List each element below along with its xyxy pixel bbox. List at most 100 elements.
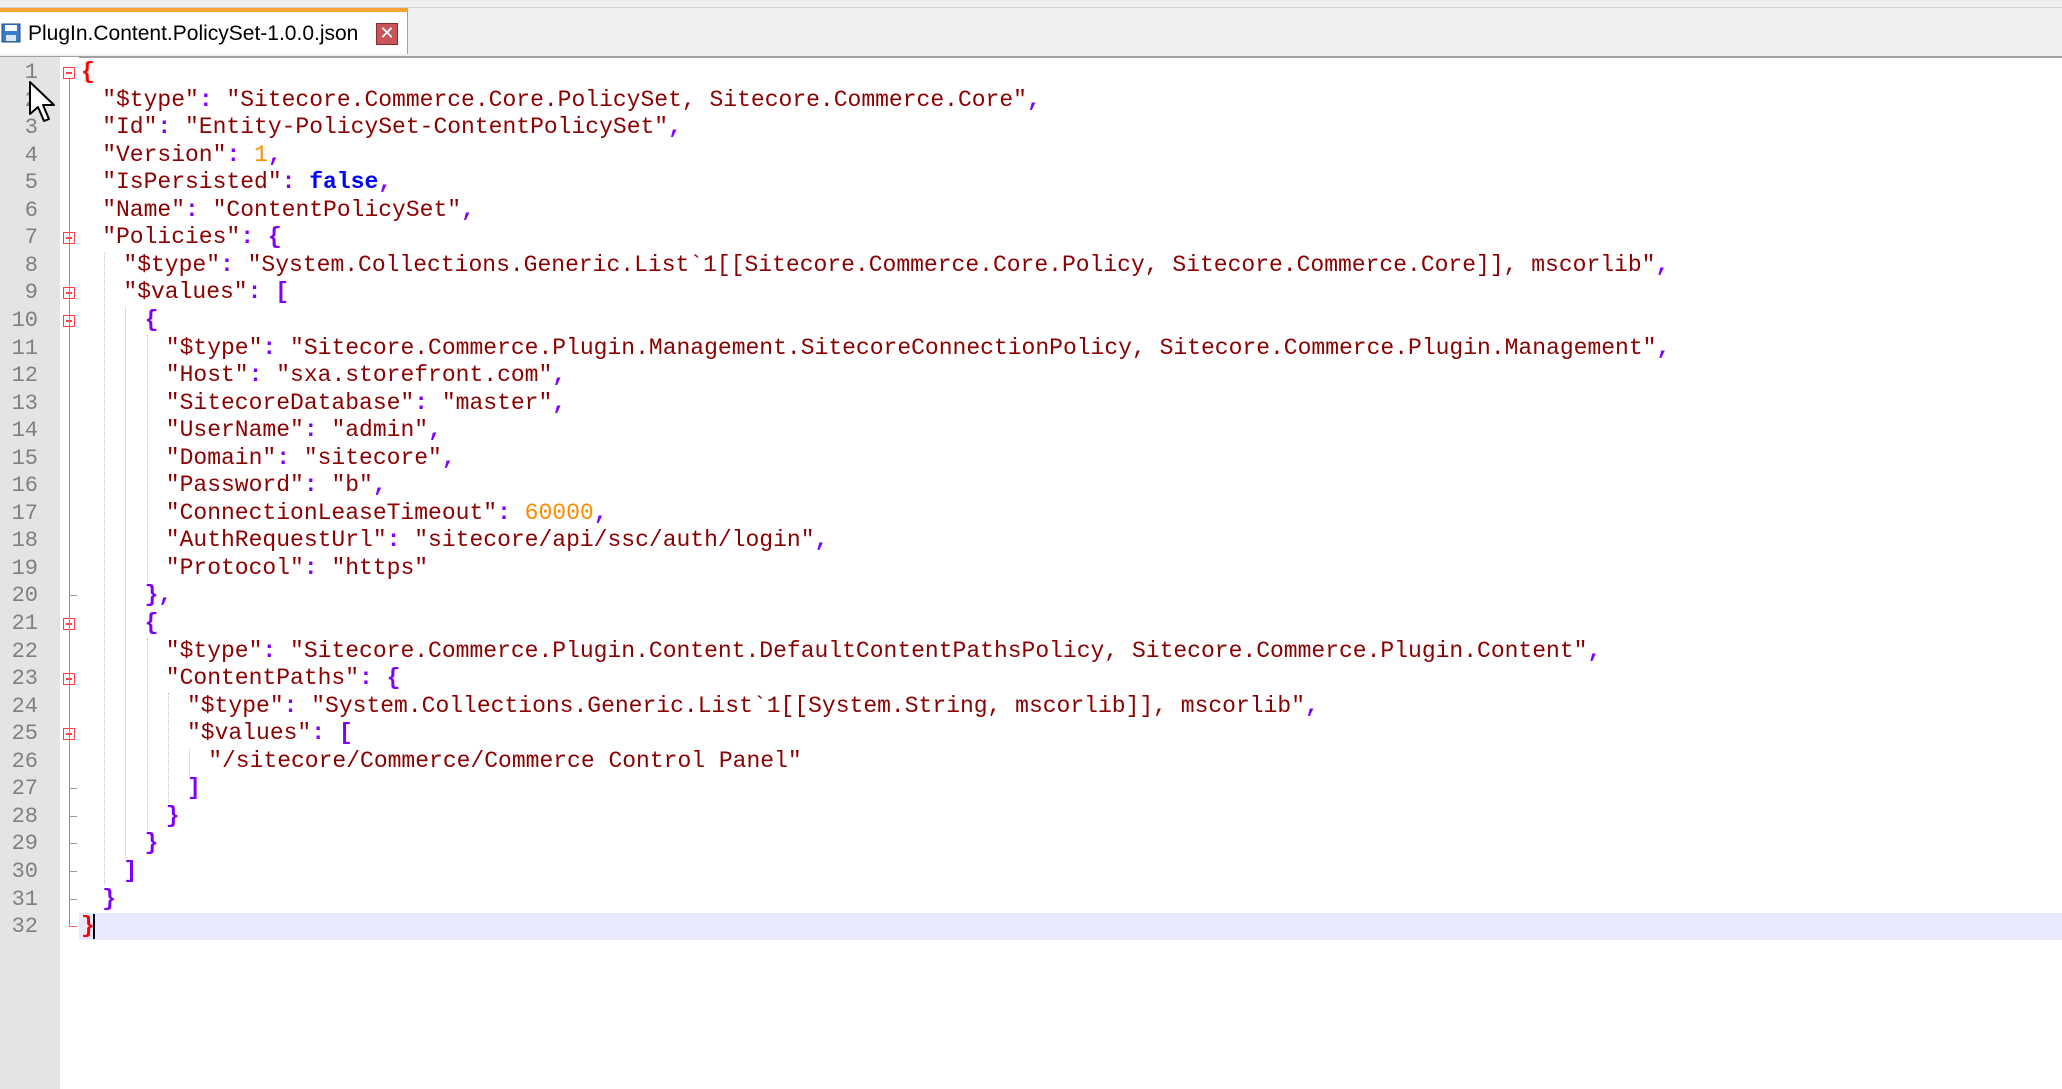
code-token: "https" — [331, 554, 429, 581]
code-line[interactable]: "ContentPaths": { — [166, 665, 401, 692]
tab-document[interactable]: PlugIn.Content.PolicySet-1.0.0.json ✕ — [0, 8, 408, 54]
code-line[interactable]: } — [102, 886, 116, 913]
code-token: 60000 — [524, 499, 594, 526]
code-line[interactable]: "$type": "Sitecore.Commerce.Plugin.Manag… — [166, 335, 1670, 362]
code-token: "/sitecore/Commerce/Commerce Control Pan… — [208, 747, 802, 774]
line-number: 17 — [11, 500, 38, 526]
code-token: , — [552, 389, 567, 416]
code-token: : — [281, 169, 310, 196]
indent-guide — [104, 251, 106, 886]
fold-toggle-icon[interactable] — [63, 67, 75, 79]
code-token: , — [1305, 692, 1319, 719]
toolbar-strip[interactable] — [0, 0, 2062, 8]
line-number: 10 — [11, 307, 38, 333]
line-number: 21 — [11, 611, 38, 636]
code-token: , — [461, 196, 475, 223]
code-line[interactable]: "$type": "Sitecore.Commerce.Plugin.Conte… — [166, 638, 1601, 665]
code-line[interactable]: "Policies": { — [102, 224, 281, 251]
code-token: "sitecore" — [303, 444, 442, 471]
code-line[interactable]: "Host": "sxa.storefront.com", — [166, 362, 566, 389]
code-line[interactable]: "Protocol": "https" — [166, 555, 428, 582]
code-token: : — [414, 389, 442, 416]
code-token: "Protocol" — [165, 554, 304, 581]
code-line[interactable]: "UserName": "admin", — [166, 417, 442, 444]
code-token: "ContentPaths" — [165, 665, 360, 692]
line-number: 6 — [24, 197, 38, 223]
fold-end-marker — [69, 898, 77, 900]
code-line[interactable]: "$values": [ — [187, 720, 353, 747]
code-token: : — [303, 472, 332, 499]
code-token: "$type" — [123, 251, 221, 278]
code-line[interactable]: "Password": "b", — [166, 472, 387, 499]
code-token: "sxa.storefront.com" — [276, 362, 553, 389]
code-token: "Version" — [102, 141, 227, 168]
line-number: 12 — [11, 363, 38, 389]
line-number: 15 — [11, 445, 38, 471]
code-token: , — [372, 472, 387, 499]
code-line[interactable]: } — [145, 830, 159, 857]
line-number: 28 — [11, 803, 38, 829]
code-line[interactable]: "SitecoreDatabase": "master", — [166, 390, 566, 417]
line-number: 18 — [11, 528, 38, 554]
code-line[interactable]: { — [145, 610, 159, 637]
code-token: , — [1656, 334, 1671, 361]
code-line[interactable]: "/sitecore/Commerce/Commerce Control Pan… — [208, 748, 802, 775]
code-token: , — [1026, 86, 1041, 113]
code-token: "Id" — [102, 114, 158, 141]
code-token: ] — [187, 775, 201, 802]
indent-guide — [167, 692, 170, 803]
code-line[interactable]: { — [81, 59, 95, 86]
code-token: "$type" — [102, 86, 199, 113]
fold-end-marker — [69, 926, 77, 928]
code-line[interactable]: "IsPersisted": false, — [102, 169, 392, 196]
code-token: "Host" — [165, 362, 249, 389]
line-number: 20 — [11, 583, 38, 609]
code-token: : — [157, 114, 186, 141]
line-number: 31 — [11, 886, 38, 912]
line-number: 16 — [11, 473, 38, 499]
code-line[interactable]: "Id": "Entity-PolicySet-ContentPolicySet… — [102, 114, 682, 141]
code-token: "Sitecore.Commerce.Plugin.Content.Defaul… — [290, 637, 1588, 664]
code-token: : — [386, 527, 415, 554]
code-line[interactable]: ] — [123, 858, 137, 885]
code-token: } — [102, 885, 116, 912]
code-line[interactable]: { — [145, 307, 159, 334]
close-icon[interactable]: ✕ — [376, 23, 398, 45]
text-caret — [93, 914, 95, 940]
code-line[interactable]: ] — [187, 775, 201, 802]
code-token: , — [552, 362, 567, 389]
code-line[interactable]: "$type": "Sitecore.Commerce.Core.PolicyS… — [102, 87, 1041, 114]
line-number: 29 — [11, 831, 38, 857]
code-token: : [ — [311, 720, 353, 747]
code-line[interactable]: "$type": "System.Collections.Generic.Lis… — [187, 693, 1319, 720]
code-line[interactable]: "AuthRequestUrl": "sitecore/api/ssc/auth… — [166, 527, 829, 554]
code-line[interactable]: "Version": 1, — [102, 142, 281, 169]
code-token: "System.Collections.Generic.List`1[[Site… — [247, 251, 1656, 278]
line-number: 7 — [24, 225, 38, 251]
line-number: 25 — [11, 721, 38, 747]
code-line[interactable]: "$values": [ — [123, 279, 289, 306]
code-token: , — [1587, 637, 1602, 664]
code-token: : — [303, 417, 332, 444]
code-token: "$type" — [165, 334, 263, 361]
code-line[interactable]: "$type": "System.Collections.Generic.Lis… — [123, 252, 1669, 279]
line-number: 11 — [11, 335, 38, 361]
code-token: , — [428, 417, 442, 444]
line-number: 4 — [24, 142, 38, 168]
code-token: "ContentPolicySet" — [212, 196, 462, 223]
code-line[interactable]: "ConnectionLeaseTimeout": 60000, — [166, 500, 608, 527]
code-line[interactable]: "Domain": "sitecore", — [166, 445, 456, 472]
code-token: , — [378, 169, 393, 196]
code-token: : — [497, 499, 525, 526]
tab-title: PlugIn.Content.PolicySet-1.0.0.json — [28, 22, 359, 45]
code-line[interactable]: }, — [145, 582, 173, 609]
code-token: ] — [123, 857, 138, 884]
line-number: 27 — [11, 776, 38, 802]
code-line[interactable]: } — [166, 803, 180, 830]
code-token: : — [226, 141, 255, 168]
code-line[interactable]: "Name": "ContentPolicySet", — [102, 197, 475, 224]
fold-end-marker — [69, 815, 77, 817]
mouse-cursor-icon — [29, 81, 55, 122]
code-token: }, — [144, 582, 173, 609]
code-token: "Domain" — [165, 444, 277, 471]
